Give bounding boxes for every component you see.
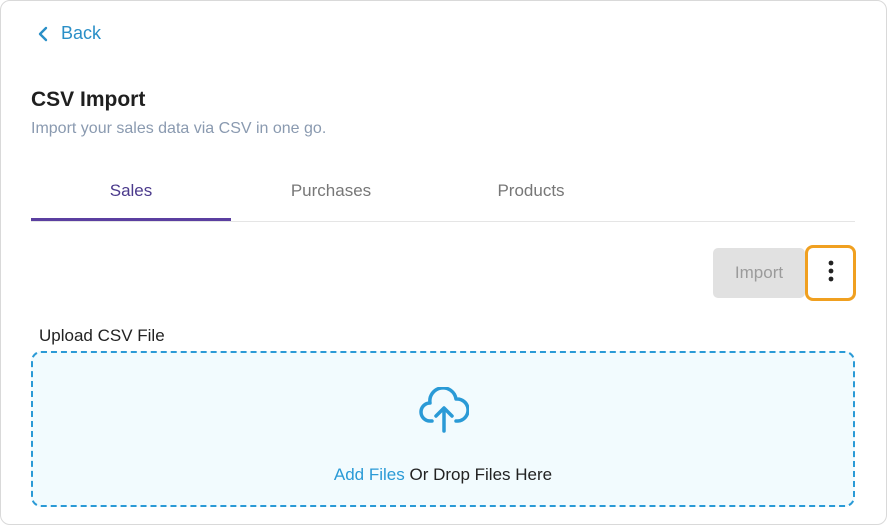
tab-sales[interactable]: Sales: [31, 171, 231, 221]
upload-label: Upload CSV File: [39, 326, 165, 345]
page-subtitle: Import your sales data via CSV in one go…: [31, 120, 327, 137]
drop-files-text: Or Drop Files Here: [404, 465, 553, 484]
tab-products[interactable]: Products: [431, 171, 631, 221]
page-title: CSV Import: [31, 88, 146, 111]
tab-purchases[interactable]: Purchases: [231, 171, 431, 221]
add-files-link[interactable]: Add Files: [334, 465, 405, 484]
more-vertical-icon: [828, 260, 834, 287]
cloud-upload-icon: [419, 386, 470, 438]
drop-instructions: Add Files Or Drop Files Here: [33, 465, 853, 485]
csv-import-card: Back CSV Import Import your sales data v…: [0, 0, 887, 525]
back-label: Back: [61, 23, 102, 43]
file-dropzone[interactable]: Add Files Or Drop Files Here: [31, 351, 855, 507]
back-link[interactable]: Back: [37, 23, 101, 44]
tab-bar: Sales Purchases Products: [31, 171, 855, 222]
import-button[interactable]: Import: [713, 248, 805, 298]
more-options-button[interactable]: [805, 245, 856, 301]
chevron-left-icon: [37, 26, 49, 42]
